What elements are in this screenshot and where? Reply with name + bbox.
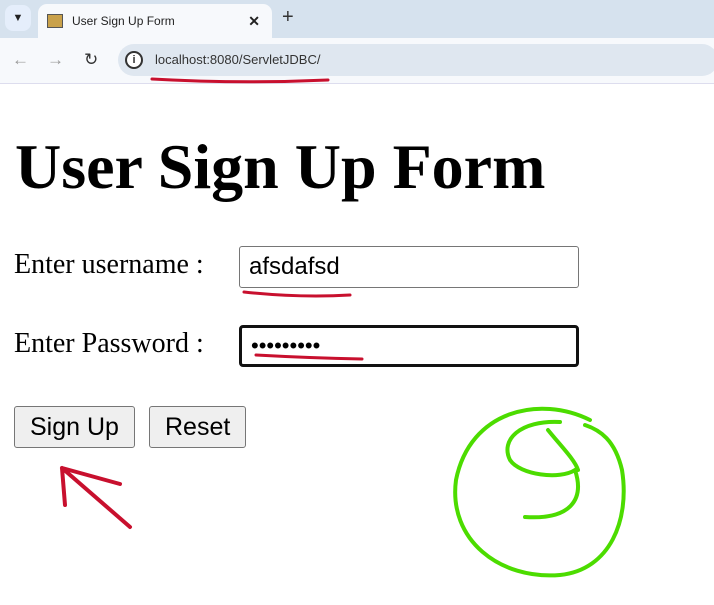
username-underline-annotation — [242, 290, 352, 298]
arrow-left-icon[interactable]: ← — [12, 50, 29, 70]
url-path: :8080/ServletJDBC/ — [206, 52, 321, 67]
reload-icon[interactable]: ↻ — [84, 50, 98, 70]
plus-icon[interactable]: + — [282, 6, 294, 29]
tab-title: User Sign Up Form — [72, 14, 175, 28]
green-circle-annotation — [453, 406, 626, 578]
tomcat-favicon-icon — [47, 14, 63, 28]
sign-up-button[interactable]: Sign Up — [14, 406, 135, 448]
url-host: localhost — [155, 52, 207, 67]
tab-active[interactable]: User Sign Up Form ✕ — [38, 4, 272, 38]
username-input[interactable]: afsdafsd — [239, 246, 579, 288]
tab-search-button[interactable]: ▼ — [5, 5, 31, 31]
url-text: localhost:8080/ServletJDBC/ — [155, 52, 320, 67]
username-label: Enter username : — [14, 249, 204, 280]
password-input[interactable]: ••••••••• — [239, 325, 579, 367]
annotation-overlay — [60, 77, 626, 578]
info-icon[interactable]: i — [125, 51, 143, 69]
password-label: Enter Password : — [14, 328, 204, 359]
browser-toolbar: ← → ↻ i localhost:8080/ServletJDBC/ — [0, 38, 714, 84]
page-title: User Sign Up Form — [15, 131, 546, 202]
close-icon[interactable]: ✕ — [248, 13, 260, 30]
tab-bar: ▼ User Sign Up Form ✕ + — [0, 0, 714, 38]
arrow-right-icon[interactable]: → — [47, 50, 64, 70]
reset-button[interactable]: Reset — [149, 406, 247, 448]
arrow-annotation — [60, 466, 132, 529]
chevron-down-icon: ▼ — [12, 12, 24, 24]
address-bar[interactable]: i localhost:8080/ServletJDBC/ — [118, 44, 714, 76]
